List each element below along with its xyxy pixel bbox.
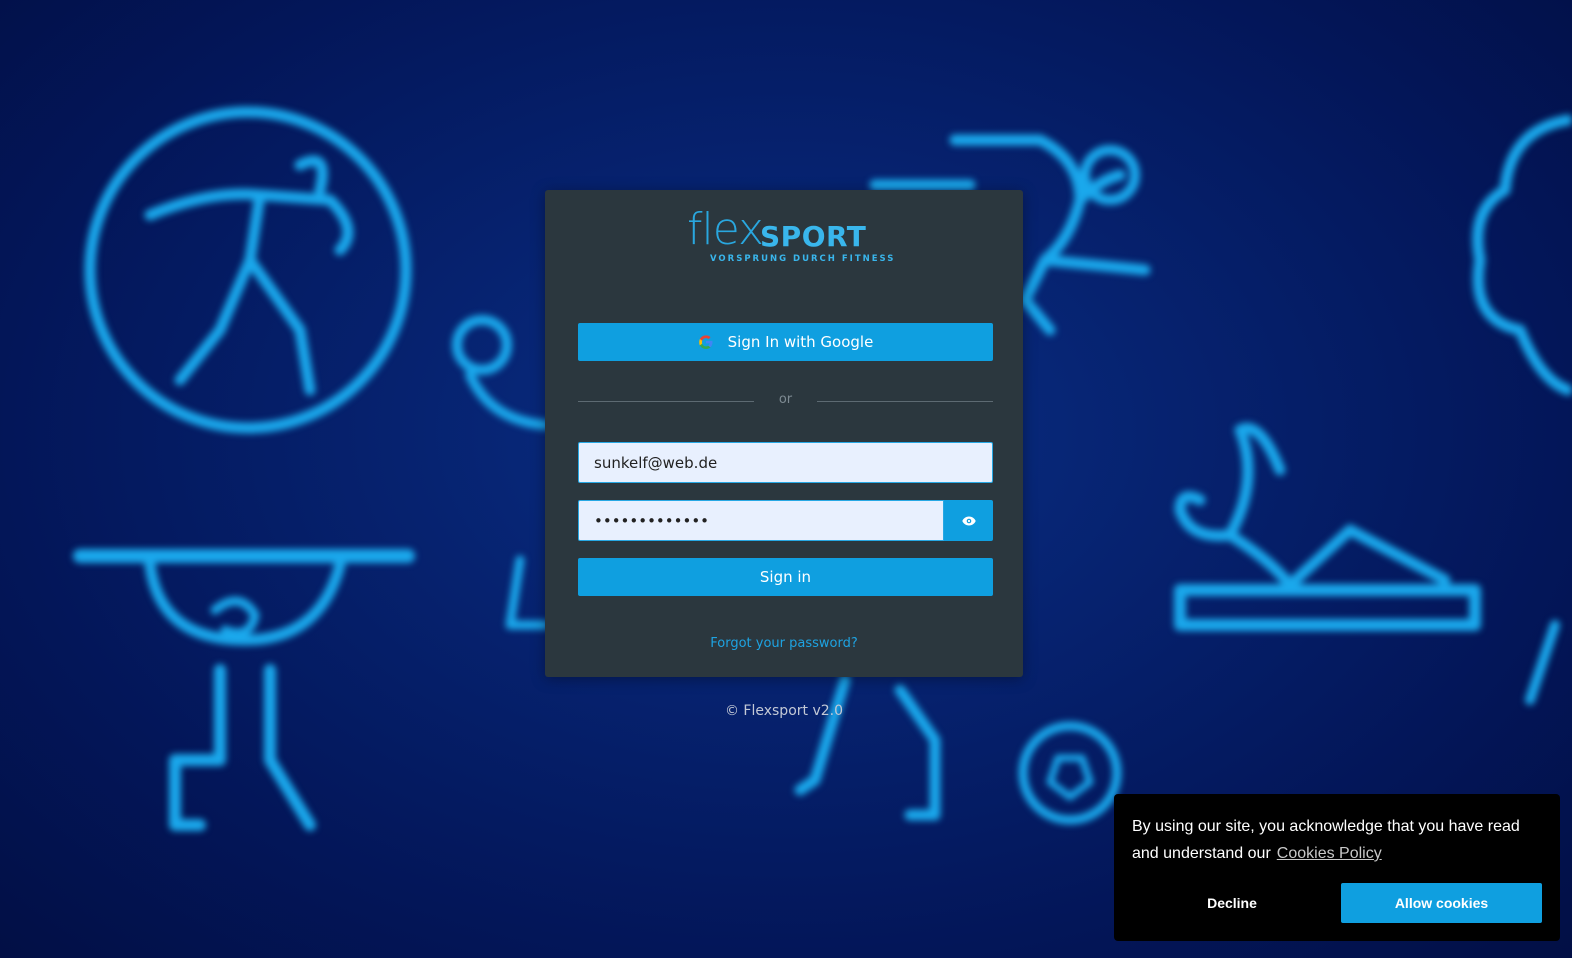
cookie-decline-button[interactable]: Decline: [1132, 883, 1332, 923]
eye-icon: [961, 516, 976, 525]
logo-tagline: VORSPRUNG DURCH FITNESS: [710, 254, 896, 264]
password-field[interactable]: •••••••••••••: [578, 500, 944, 541]
or-divider: or: [578, 390, 993, 414]
footer-copyright: © Flexsport v2.0: [724, 703, 844, 719]
cookie-allow-button[interactable]: Allow cookies: [1341, 883, 1542, 923]
cookies-policy-link[interactable]: Cookies Policy: [1277, 845, 1382, 862]
logo-flex-text: flex: [687, 204, 764, 255]
google-icon: [698, 335, 713, 349]
logo-sport-text: SPORT: [760, 220, 867, 253]
google-signin-button[interactable]: Sign In with Google: [578, 323, 993, 361]
divider-line-right: [817, 401, 993, 402]
cookie-banner: By using our site, you acknowledge that …: [1114, 794, 1560, 941]
signin-button[interactable]: Sign in: [578, 558, 993, 596]
login-card: flex SPORT VORSPRUNG DURCH FITNESS Sign …: [545, 190, 1023, 677]
flexsport-logo: flex SPORT VORSPRUNG DURCH FITNESS: [687, 204, 893, 268]
google-button-label: Sign In with Google: [727, 333, 874, 351]
divider-or-text: or: [778, 392, 793, 407]
password-group: •••••••••••••: [578, 500, 993, 541]
show-password-button[interactable]: [944, 500, 993, 541]
email-field[interactable]: sunkelf@web.de: [578, 442, 993, 483]
forgot-password-link[interactable]: Forgot your password?: [545, 636, 1023, 651]
